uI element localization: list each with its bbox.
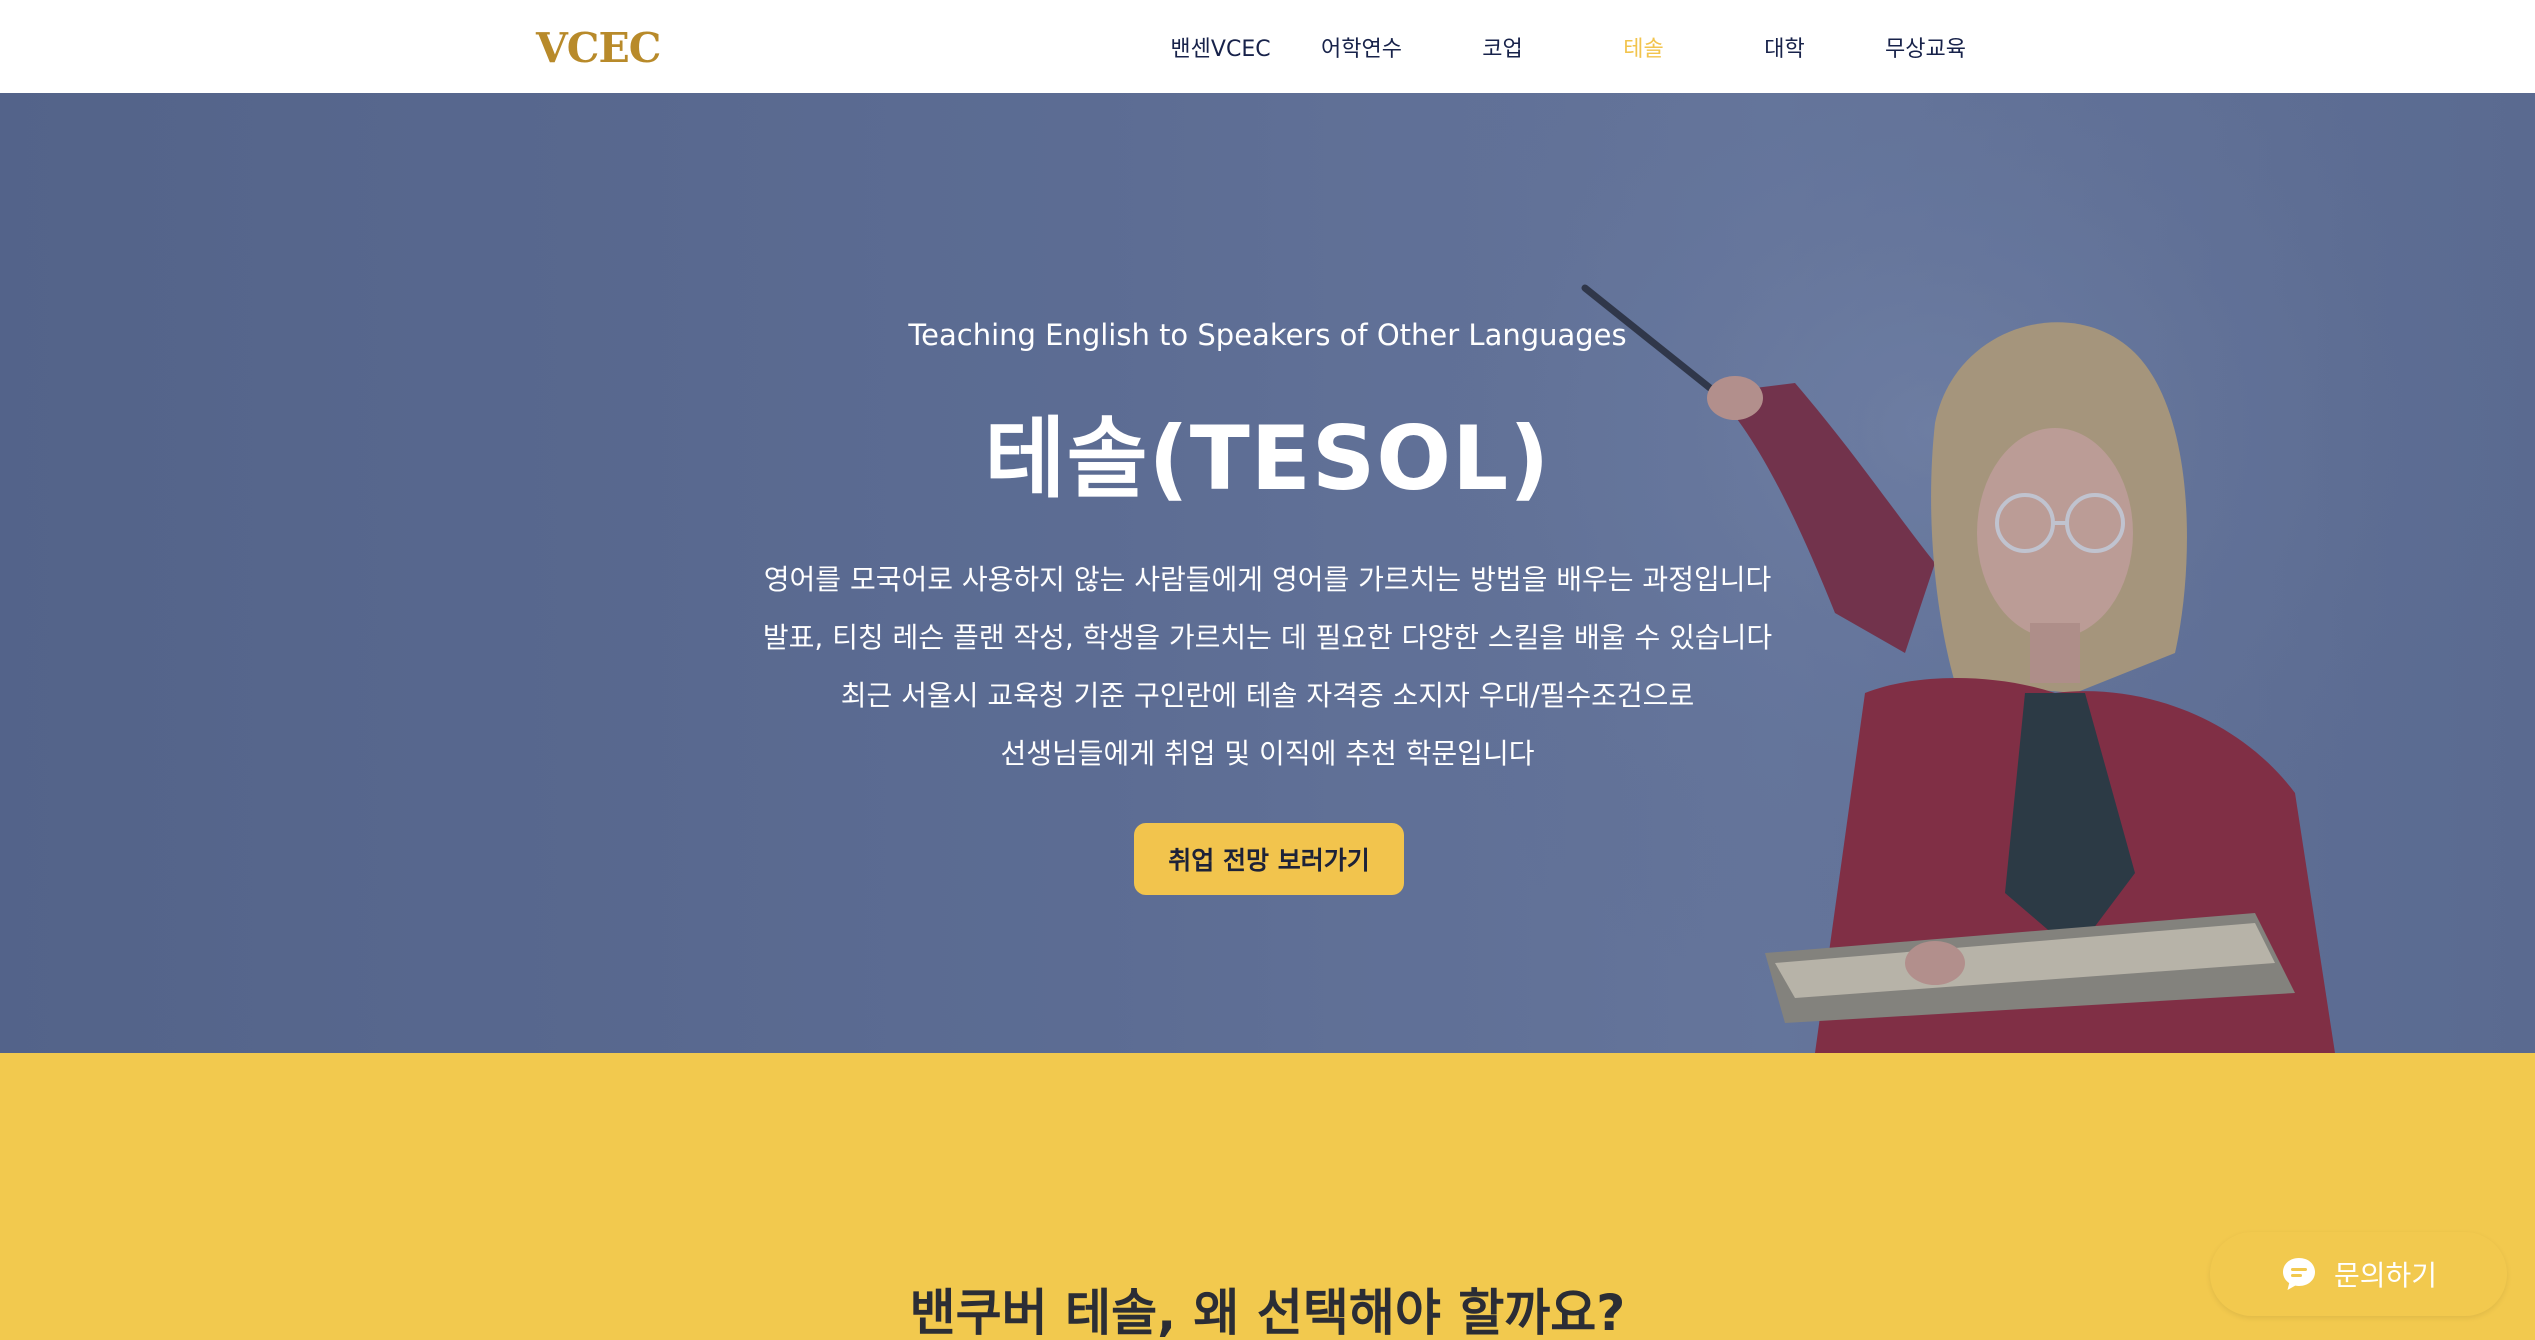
section-title: 밴쿠버 테솔, 왜 선택해야 할까요? (909, 1284, 1626, 1340)
inquiry-chat-button[interactable]: 문의하기 (2210, 1232, 2507, 1316)
nav-item-vcec[interactable]: 밴센VCEC (1150, 31, 1291, 63)
site-header: VCEC 밴센VCEC 어학연수 코업 테솔 대학 무상교육 (0, 0, 2535, 93)
nav-item-college[interactable]: 대학 (1714, 31, 1855, 63)
hero-description-line: 발표, 티칭 레슨 플랜 작성, 학생을 가르치는 데 필요한 다양한 스킬을 … (762, 621, 1773, 654)
hero-description: 영어를 모국어로 사용하지 않는 사람들에게 영어를 가르치는 방법을 배우는 … (0, 551, 2535, 783)
nav-item-free-education[interactable]: 무상교육 (1855, 31, 1996, 63)
employment-outlook-button[interactable]: 취업 전망 보러가기 (1134, 823, 1404, 895)
hero-title: 테솔(TESOL) (984, 407, 1551, 510)
nav-item-tesol[interactable]: 테솔 (1573, 31, 1714, 63)
chat-label: 문의하기 (2333, 1259, 2438, 1292)
nav-item-language-course[interactable]: 어학연수 (1291, 31, 1432, 63)
chat-bubble-icon (2282, 1258, 2315, 1290)
main-nav: 밴센VCEC 어학연수 코업 테솔 대학 무상교육 (1150, 0, 1996, 93)
nav-item-coop[interactable]: 코업 (1432, 31, 1573, 63)
hero-description-line: 영어를 모국어로 사용하지 않는 사람들에게 영어를 가르치는 방법을 배우는 … (763, 563, 1772, 596)
hero-subtitle: Teaching English to Speakers of Other La… (908, 318, 1627, 352)
why-choose-section: 밴쿠버 테솔, 왜 선택해야 할까요? (0, 1053, 2535, 1340)
vcec-logo[interactable]: VCEC (536, 24, 661, 72)
hero-description-line: 최근 서울시 교육청 기준 구인란에 테솔 자격증 소지자 우대/필수조건으로 (840, 679, 1695, 712)
hero-banner: Teaching English to Speakers of Other La… (0, 93, 2535, 1053)
hero-description-line: 선생님들에게 취업 및 이직에 추천 학문입니다 (1000, 737, 1535, 770)
